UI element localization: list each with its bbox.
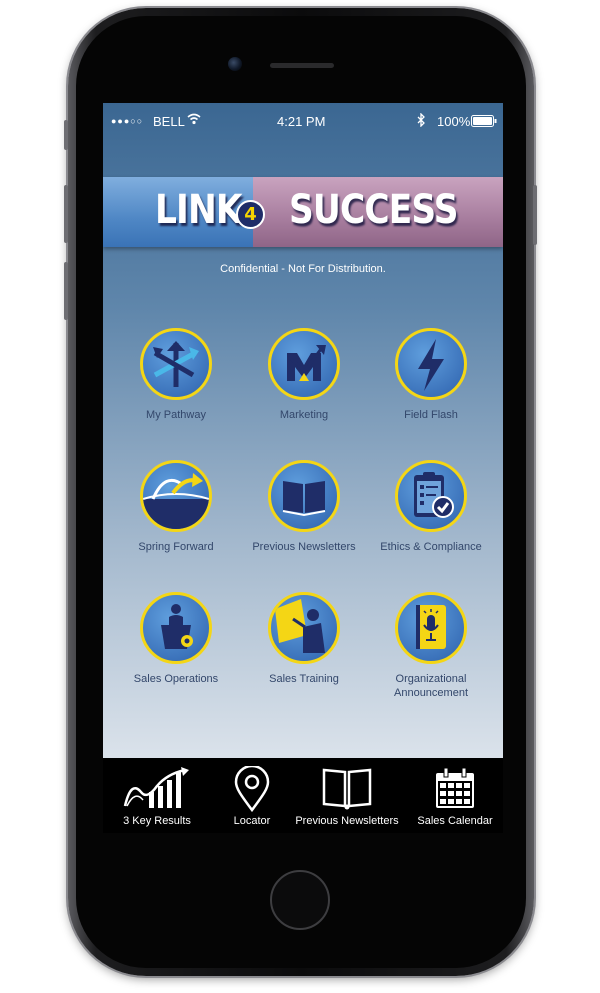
battery-percent: 100% bbox=[437, 114, 471, 129]
tile-spring-forward[interactable]: Spring Forward bbox=[116, 460, 236, 554]
growth-chart-icon bbox=[123, 767, 189, 808]
tab-3-key-results[interactable]: 3 Key Results bbox=[115, 758, 199, 833]
signal-dots-icon: ●●●○○ bbox=[111, 116, 144, 126]
tile-label: Marketing bbox=[279, 409, 329, 421]
tab-label: Locator bbox=[233, 815, 271, 827]
bottom-tab-bar: 3 Key Results Locator Previous Newslette… bbox=[103, 758, 503, 833]
carrier-name: BELL bbox=[153, 114, 185, 129]
clock-time: 4:21 PM bbox=[277, 114, 326, 129]
bluetooth-icon bbox=[417, 112, 426, 130]
calendar-icon bbox=[436, 767, 474, 808]
app-screen: ●●●○○ BELL 4:21 PM 100% LINK 4 SUCCESS C… bbox=[103, 103, 503, 833]
tile-label: Sales Operations bbox=[133, 673, 219, 685]
tab-previous-newsletters[interactable]: Previous Newsletters bbox=[295, 758, 399, 833]
tile-ethics-compliance[interactable]: Ethics & Compliance bbox=[371, 460, 491, 554]
pathway-arrows-icon bbox=[140, 328, 212, 400]
clipboard-check-icon bbox=[395, 460, 467, 532]
banner-word-link: LINK bbox=[155, 187, 243, 233]
tab-label: Sales Calendar bbox=[417, 815, 493, 827]
tile-organizational-announcement[interactable]: Organizational Announcement bbox=[371, 592, 491, 700]
front-camera bbox=[228, 57, 242, 71]
link4success-banner: LINK 4 SUCCESS bbox=[103, 177, 503, 247]
lightning-bolt-icon bbox=[395, 328, 467, 400]
book-icon bbox=[322, 768, 372, 810]
tile-label: Ethics & Compliance bbox=[380, 541, 482, 553]
tab-label: Previous Newsletters bbox=[295, 815, 399, 827]
tile-previous-newsletters[interactable]: Previous Newsletters bbox=[244, 460, 364, 554]
power-button bbox=[533, 185, 537, 245]
tile-label: Organizational Announcement bbox=[394, 673, 468, 699]
tile-label: Field Flash bbox=[404, 409, 458, 421]
banner-word-success: SUCCESS bbox=[289, 187, 459, 233]
tab-locator[interactable]: Locator bbox=[215, 758, 289, 833]
tile-label: Sales Training bbox=[269, 673, 339, 685]
mute-switch bbox=[64, 120, 68, 150]
tab-sales-calendar[interactable]: Sales Calendar bbox=[411, 758, 499, 833]
podium-gear-icon bbox=[140, 592, 212, 664]
tab-label: 3 Key Results bbox=[123, 815, 191, 827]
tile-marketing[interactable]: Marketing bbox=[244, 328, 364, 422]
volume-up-button bbox=[64, 185, 68, 243]
microphone-icon bbox=[395, 592, 467, 664]
volume-down-button bbox=[64, 262, 68, 320]
marketing-m-icon bbox=[268, 328, 340, 400]
location-pin-icon bbox=[234, 766, 270, 812]
tile-label: My Pathway bbox=[146, 409, 206, 421]
spring-forward-icon bbox=[140, 460, 212, 532]
home-button[interactable] bbox=[270, 870, 330, 930]
battery-icon bbox=[471, 115, 497, 130]
tile-label: Previous Newsletters bbox=[252, 541, 356, 553]
tile-field-flash[interactable]: Field Flash bbox=[371, 328, 491, 422]
tile-sales-training[interactable]: Sales Training bbox=[244, 592, 364, 686]
status-bar: ●●●○○ BELL 4:21 PM 100% bbox=[103, 103, 503, 139]
tile-label: Spring Forward bbox=[138, 541, 214, 553]
earpiece-speaker bbox=[270, 63, 334, 68]
presenter-board-icon bbox=[268, 592, 340, 664]
wifi-icon bbox=[187, 113, 201, 128]
tile-my-pathway[interactable]: My Pathway bbox=[116, 328, 236, 422]
tile-sales-operations[interactable]: Sales Operations bbox=[116, 592, 236, 686]
confidential-notice: Confidential - Not For Distribution. bbox=[220, 263, 386, 275]
banner-badge-four: 4 bbox=[236, 200, 265, 229]
open-book-icon bbox=[268, 460, 340, 532]
